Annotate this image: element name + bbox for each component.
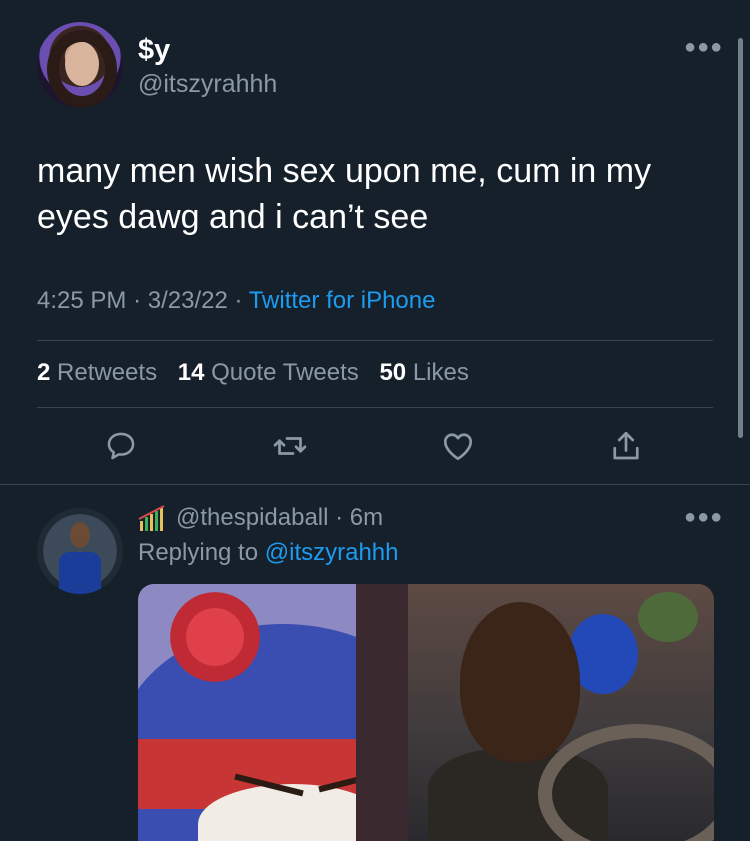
- more-options-icon[interactable]: ●●●: [684, 36, 723, 59]
- tweet-stats: 2 Retweets 14 Quote Tweets 50 Likes: [37, 359, 483, 387]
- meta-separator: ·: [234, 287, 249, 314]
- quote-tweets-count: 14: [177, 359, 205, 386]
- likes-stat[interactable]: 50 Likes: [379, 359, 468, 386]
- reply-handle[interactable]: @thespidaball: [176, 504, 328, 532]
- quote-tweets-label: Quote Tweets: [211, 359, 359, 386]
- cartoon-pompom: [170, 592, 260, 682]
- divider: [37, 407, 713, 408]
- reply-icon: [107, 432, 135, 460]
- meta-separator: ·: [133, 287, 148, 314]
- like-button[interactable]: [438, 426, 478, 466]
- reply-header: @thespidaball · 6m: [138, 504, 383, 532]
- heart-icon: [443, 433, 473, 461]
- retweet-icon: [273, 437, 307, 455]
- likes-label: Likes: [412, 359, 469, 386]
- tweet-source-link[interactable]: Twitter for iPhone: [249, 287, 436, 314]
- avatar[interactable]: [37, 22, 123, 108]
- more-options-icon[interactable]: ●●●: [684, 506, 723, 529]
- user-handle[interactable]: @itszyrahhh: [138, 70, 277, 99]
- replying-to-label: Replying to: [138, 539, 259, 566]
- bar-chart-emoji-icon: [138, 505, 165, 531]
- divider: [0, 484, 750, 485]
- photo-person-head: [460, 602, 580, 762]
- divider: [37, 340, 713, 341]
- retweet-button[interactable]: [270, 426, 310, 466]
- retweets-label: Retweets: [57, 359, 158, 386]
- twitter-thread-view: $y @itszyrahhh ●●● many men wish sex upo…: [0, 0, 750, 841]
- reply-media-image[interactable]: [138, 584, 714, 841]
- photo-plant: [638, 592, 698, 642]
- retweets-stat[interactable]: 2 Retweets: [37, 359, 157, 386]
- tweet-metadata: 4:25 PM · 3/23/22 · Twitter for iPhone: [37, 287, 435, 315]
- scrollbar[interactable]: [738, 38, 743, 438]
- reply-button[interactable]: [101, 426, 141, 466]
- replying-to-mention[interactable]: @itszyrahhh: [265, 539, 399, 566]
- avatar-body: [59, 552, 101, 594]
- avatar-head: [70, 522, 90, 548]
- avatar-face: [65, 42, 99, 86]
- share-icon: [613, 431, 639, 460]
- reply-avatar[interactable]: [37, 508, 123, 594]
- tweet-date: 3/23/22: [147, 287, 228, 314]
- photo-edge: [356, 584, 408, 841]
- likes-count: 50: [379, 359, 407, 386]
- share-button[interactable]: [606, 426, 646, 466]
- main-tweet: $y @itszyrahhh ●●● many men wish sex upo…: [0, 0, 750, 484]
- retweets-count: 2: [37, 359, 51, 386]
- tweet-time: 4:25 PM: [37, 287, 127, 314]
- replying-to: Replying to @itszyrahhh: [138, 539, 399, 567]
- reply-time[interactable]: 6m: [350, 504, 383, 532]
- display-name[interactable]: $y: [138, 34, 170, 67]
- quote-tweets-stat[interactable]: 14 Quote Tweets: [178, 359, 359, 386]
- tweet-text: many men wish sex upon me, cum in my eye…: [37, 152, 652, 236]
- meta-separator: ·: [328, 504, 350, 531]
